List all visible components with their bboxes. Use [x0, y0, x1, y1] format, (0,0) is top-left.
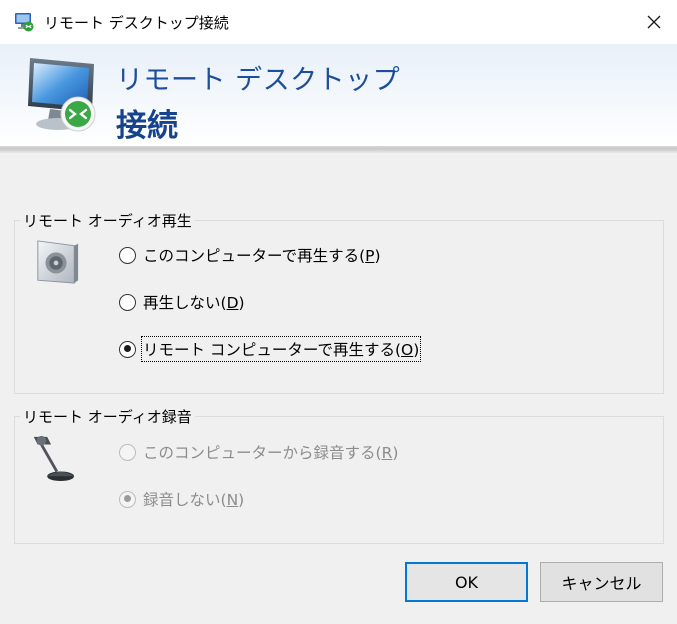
- remote-desktop-logo-icon: [28, 58, 96, 132]
- close-button[interactable]: [631, 0, 677, 44]
- banner-title-line1: リモート デスクトップ: [116, 65, 401, 96]
- do-not-play-radio[interactable]: [119, 293, 136, 311]
- record-from-this-computer-label: このコンピューターから録音する(R): [143, 444, 399, 462]
- audio-recording-group: [14, 416, 664, 544]
- ok-button[interactable]: OK: [405, 562, 528, 602]
- record-from-this-computer-radio[interactable]: [119, 443, 136, 461]
- audio-recording-group-title: リモート オーディオ録音: [20, 406, 195, 427]
- remote-desktop-dialog: リモート デスクトップ接続 リモート デスクトップ 接続 リモート オーディオ再…: [0, 0, 677, 624]
- play-on-remote-computer-option[interactable]: リモート コンピューターで再生する(O): [119, 336, 422, 362]
- play-on-this-computer-option[interactable]: このコンピューターで再生する(P): [119, 244, 381, 266]
- header-banner: リモート デスクトップ 接続: [0, 44, 677, 146]
- play-on-remote-computer-label: リモート コンピューターで再生する(O): [140, 336, 422, 362]
- speaker-icon: [37, 240, 79, 284]
- audio-playback-group-title: リモート オーディオ再生: [20, 210, 195, 231]
- do-not-play-option[interactable]: 再生しない(D): [119, 291, 245, 313]
- play-on-this-computer-label: このコンピューターで再生する(P): [143, 247, 381, 265]
- record-from-this-computer-option[interactable]: このコンピューターから録音する(R): [119, 441, 398, 463]
- close-icon: [647, 15, 661, 29]
- play-on-remote-computer-radio[interactable]: [119, 340, 136, 358]
- title-bar: リモート デスクトップ接続: [0, 0, 677, 44]
- do-not-play-label: 再生しない(D): [143, 294, 245, 312]
- cancel-button[interactable]: キャンセル: [540, 562, 663, 602]
- do-not-record-option[interactable]: 録音しない(N): [119, 488, 244, 510]
- banner-title-line2: 接続: [116, 108, 178, 144]
- do-not-record-radio[interactable]: [119, 490, 136, 508]
- play-on-this-computer-radio[interactable]: [119, 246, 136, 264]
- banner-divider: [0, 146, 677, 153]
- window-title: リモート デスクトップ接続: [44, 14, 229, 32]
- do-not-record-label: 録音しない(N): [143, 491, 245, 509]
- remote-desktop-icon: [15, 13, 34, 32]
- microphone-icon: [33, 435, 75, 482]
